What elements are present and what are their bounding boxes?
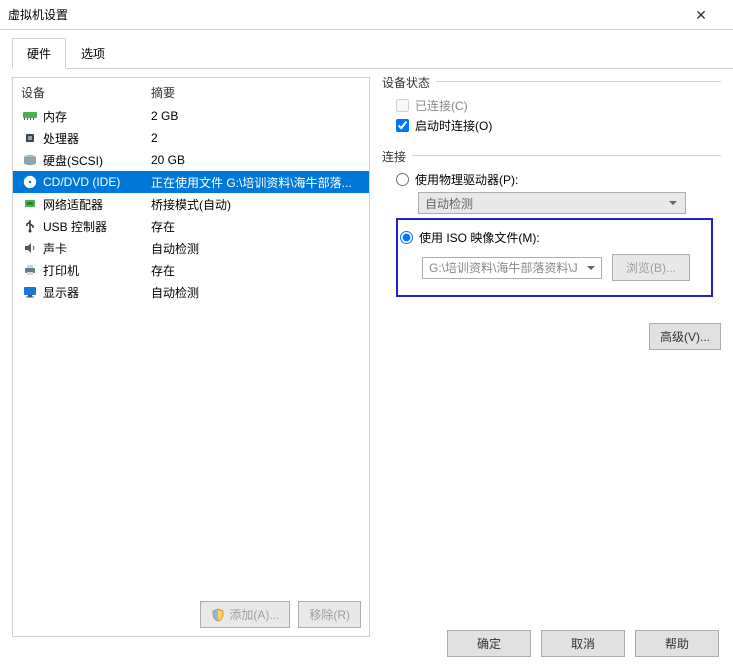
- device-name: 网络适配器: [39, 196, 151, 213]
- device-row[interactable]: 硬盘(SCSI)20 GB: [13, 149, 369, 171]
- add-device-button[interactable]: 添加(A)...: [200, 601, 290, 628]
- device-row[interactable]: 处理器2: [13, 127, 369, 149]
- device-name: CD/DVD (IDE): [39, 175, 151, 189]
- device-row[interactable]: USB 控制器存在: [13, 215, 369, 237]
- browse-button[interactable]: 浏览(B)...: [612, 254, 690, 281]
- device-state-legend: 设备状态: [382, 74, 436, 91]
- device-summary: 自动检测: [151, 284, 361, 301]
- titlebar: 虚拟机设置 ✕: [0, 0, 733, 30]
- device-row[interactable]: 显示器自动检测: [13, 281, 369, 303]
- dialog-buttons: 确定 取消 帮助: [447, 630, 719, 657]
- add-label: 添加(A)...: [229, 606, 279, 623]
- device-name: 声卡: [39, 240, 151, 257]
- device-list-header: 设备 摘要: [13, 78, 369, 105]
- device-summary: 存在: [151, 218, 361, 235]
- printer-icon: [21, 263, 39, 277]
- device-summary: 桥接模式(自动): [151, 196, 361, 213]
- connect-on-start-checkbox[interactable]: 启动时连接(O): [396, 117, 713, 134]
- device-summary: 2 GB: [151, 109, 361, 123]
- iso-radio[interactable]: 使用 ISO 映像文件(M):: [400, 229, 703, 246]
- device-name: 内存: [39, 108, 151, 125]
- header-summary: 摘要: [151, 84, 175, 101]
- physical-label: 使用物理驱动器(P):: [415, 171, 518, 188]
- device-row[interactable]: CD/DVD (IDE)正在使用文件 G:\培训资料\海牛部落...: [13, 171, 369, 193]
- advanced-button[interactable]: 高级(V)...: [649, 323, 721, 350]
- cancel-button[interactable]: 取消: [541, 630, 625, 657]
- device-name: 打印机: [39, 262, 151, 279]
- iso-radio-input[interactable]: [400, 231, 413, 244]
- device-name: 硬盘(SCSI): [39, 152, 151, 169]
- iso-highlight: 使用 ISO 映像文件(M): G:\培训资料\海牛部落资料\J 浏览(B)..…: [396, 218, 713, 297]
- device-name: 处理器: [39, 130, 151, 147]
- device-summary: 20 GB: [151, 153, 361, 167]
- display-icon: [21, 285, 39, 299]
- connect-on-start-label: 启动时连接(O): [415, 117, 492, 134]
- device-name: USB 控制器: [39, 218, 151, 235]
- iso-path-value: G:\培训资料\海牛部落资料\J: [429, 259, 578, 276]
- device-row[interactable]: 打印机存在: [13, 259, 369, 281]
- device-summary: 2: [151, 131, 361, 145]
- device-summary: 存在: [151, 262, 361, 279]
- device-row[interactable]: 内存2 GB: [13, 105, 369, 127]
- memory-icon: [21, 110, 39, 122]
- remove-device-button[interactable]: 移除(R): [298, 601, 361, 628]
- device-list-box: 设备 摘要 内存2 GB处理器2硬盘(SCSI)20 GBCD/DVD (IDE…: [12, 77, 370, 637]
- close-button[interactable]: ✕: [681, 0, 721, 30]
- cpu-icon: [21, 131, 39, 145]
- device-name: 显示器: [39, 284, 151, 301]
- tabbar: 硬件 选项: [12, 38, 733, 69]
- connection-legend: 连接: [382, 148, 412, 165]
- physical-drive-radio[interactable]: 使用物理驱动器(P):: [396, 171, 713, 188]
- connected-checkbox[interactable]: 已连接(C): [396, 97, 713, 114]
- ok-button[interactable]: 确定: [447, 630, 531, 657]
- device-state-group: 设备状态 已连接(C) 启动时连接(O): [382, 81, 721, 149]
- device-list: 内存2 GB处理器2硬盘(SCSI)20 GBCD/DVD (IDE)正在使用文…: [13, 105, 369, 303]
- physical-drive-select[interactable]: 自动检测: [418, 192, 686, 214]
- connection-group: 连接 使用物理驱动器(P): 自动检测 使用 ISO 映像文件(M):: [382, 155, 721, 317]
- device-summary: 正在使用文件 G:\培训资料\海牛部落...: [151, 174, 361, 191]
- help-button[interactable]: 帮助: [635, 630, 719, 657]
- iso-label: 使用 ISO 映像文件(M):: [419, 229, 540, 246]
- cd-icon: [21, 175, 39, 189]
- usb-icon: [21, 219, 39, 233]
- sound-icon: [21, 241, 39, 255]
- connect-on-start-input[interactable]: [396, 119, 409, 132]
- disk-icon: [21, 153, 39, 167]
- net-icon: [21, 197, 39, 211]
- tab-hardware[interactable]: 硬件: [12, 38, 66, 69]
- physical-radio-input[interactable]: [396, 173, 409, 186]
- connected-label: 已连接(C): [415, 97, 468, 114]
- physical-value: 自动检测: [425, 195, 473, 212]
- device-summary: 自动检测: [151, 240, 361, 257]
- header-device: 设备: [21, 84, 151, 101]
- shield-icon: [211, 608, 225, 622]
- tab-options[interactable]: 选项: [66, 38, 120, 69]
- window-title: 虚拟机设置: [8, 6, 68, 23]
- iso-path-input[interactable]: G:\培训资料\海牛部落资料\J: [422, 257, 602, 279]
- device-row[interactable]: 网络适配器桥接模式(自动): [13, 193, 369, 215]
- connected-input: [396, 99, 409, 112]
- device-row[interactable]: 声卡自动检测: [13, 237, 369, 259]
